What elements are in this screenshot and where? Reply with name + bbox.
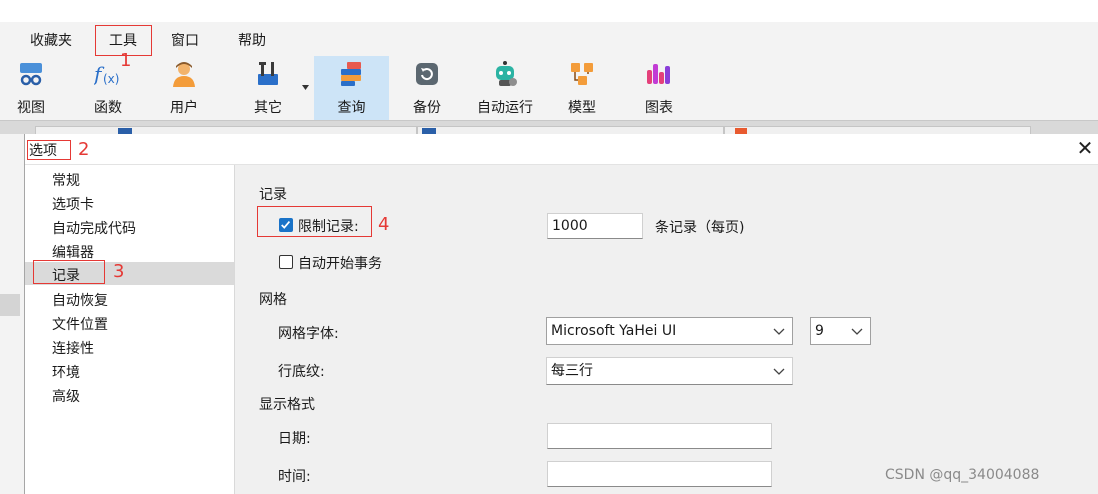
toolbar-autorun-label: 自动运行: [477, 100, 533, 116]
watermark: CSDN @qq_34004088: [885, 467, 1040, 483]
date-format-input[interactable]: [547, 423, 772, 449]
grid-font-size-select[interactable]: 9: [810, 317, 871, 345]
query-icon: [341, 62, 361, 86]
chevron-down-icon: [851, 328, 863, 335]
nav-item-tabs[interactable]: 选项卡: [52, 194, 94, 214]
toolbar-function-label: 函数: [94, 100, 122, 116]
window-top: [0, 0, 1098, 22]
records-per-page-unit: 条记录（每页): [655, 220, 745, 236]
menu-favorites[interactable]: 收藏夹: [30, 30, 72, 50]
toolbar-other-label: 其它: [254, 100, 282, 116]
toolbar-query-label: 查询: [337, 100, 366, 116]
grid-font-size-value: 9: [815, 323, 824, 339]
toolbar-backup-button[interactable]: 备份: [392, 56, 462, 120]
toolbar-autorun-button[interactable]: 自动运行: [470, 56, 540, 120]
toolbar-other-button[interactable]: 其它: [233, 56, 309, 120]
chevron-down-icon: [773, 328, 785, 335]
nav-item-autorecover[interactable]: 自动恢复: [52, 290, 108, 310]
options-dialog: 选项 ✕ 常规 选项卡 自动完成代码 编辑器 记录 自动恢复 文件位置 连接性 …: [24, 134, 1098, 494]
annotation-label: 1: [120, 50, 132, 71]
tools-icon: [258, 62, 278, 85]
grid-font-value: Microsoft YaHei UI: [551, 323, 677, 339]
chevron-down-icon[interactable]: [302, 85, 309, 90]
auto-start-transaction-label: 自动开始事务: [298, 256, 382, 272]
nav-item-general[interactable]: 常规: [52, 170, 80, 190]
date-format-label: 日期:: [278, 431, 311, 447]
section-records-title: 记录: [259, 187, 287, 203]
chevron-down-icon: [773, 368, 785, 375]
robot-icon: [496, 61, 517, 86]
toolbar-model-label: 模型: [568, 100, 596, 116]
toolbar-model-button[interactable]: 模型: [547, 56, 617, 120]
function-icon: f (x): [94, 62, 119, 86]
dialog-titlebar: 选项 ✕: [25, 134, 1098, 165]
row-shading-select[interactable]: 每三行: [546, 357, 793, 385]
auto-start-transaction-checkbox[interactable]: [279, 255, 293, 269]
toolbar-chart-button[interactable]: 图表: [624, 56, 694, 120]
row-shading-label: 行底纹:: [278, 364, 325, 380]
time-format-label: 时间:: [278, 469, 311, 485]
toolbar-view-label: 视图: [17, 100, 45, 116]
chart-icon: [647, 64, 670, 84]
time-format-input[interactable]: [547, 461, 772, 487]
annotation-box-limit: [257, 206, 372, 237]
tab-strip: [0, 120, 1098, 136]
toolbar: 视图 f (x) 函数 用户 其它 查询 备份 自动运行 模型 图表: [0, 56, 1098, 120]
nav-item-file-location[interactable]: 文件位置: [52, 314, 108, 334]
options-nav: 常规 选项卡 自动完成代码 编辑器 记录 自动恢复 文件位置 连接性 环境 高级: [25, 165, 235, 494]
records-per-page-input[interactable]: 1000: [547, 213, 643, 239]
nav-item-environment[interactable]: 环境: [52, 362, 80, 382]
model-icon: [571, 63, 593, 85]
toolbar-function-button[interactable]: f (x) 函数: [73, 56, 143, 120]
grid-font-select[interactable]: Microsoft YaHei UI: [546, 317, 793, 345]
user-icon: [173, 62, 195, 87]
annotation-box-options: [27, 140, 71, 160]
section-display-format-title: 显示格式: [259, 397, 315, 413]
toolbar-backup-label: 备份: [413, 100, 441, 116]
close-icon[interactable]: ✕: [1075, 137, 1095, 159]
toolbar-user-button[interactable]: 用户: [149, 56, 219, 120]
backup-icon: [416, 63, 438, 85]
section-grid-title: 网格: [259, 292, 287, 308]
annotation-label: 2: [78, 139, 90, 160]
menu-help[interactable]: 帮助: [238, 30, 266, 50]
svg-text:(x): (x): [103, 72, 119, 86]
nav-item-advanced[interactable]: 高级: [52, 386, 80, 406]
left-gutter: [0, 134, 24, 494]
nav-item-editor[interactable]: 编辑器: [52, 242, 94, 262]
toolbar-query-button[interactable]: 查询: [314, 56, 389, 120]
view-icon: [20, 63, 42, 86]
row-shading-value: 每三行: [551, 363, 593, 379]
annotation-label: 4: [378, 214, 390, 235]
toolbar-chart-label: 图表: [645, 100, 673, 116]
grid-font-label: 网格字体:: [278, 326, 339, 342]
menu-bar: 收藏夹 工具 窗口 帮助: [0, 22, 1098, 56]
toolbar-view-button[interactable]: 视图: [0, 56, 66, 120]
menu-window[interactable]: 窗口: [171, 30, 199, 50]
annotation-label: 3: [113, 261, 125, 282]
annotation-box-records: [33, 260, 105, 284]
toolbar-user-label: 用户: [170, 100, 198, 116]
nav-item-connectivity[interactable]: 连接性: [52, 338, 94, 358]
nav-item-autocomplete[interactable]: 自动完成代码: [52, 218, 136, 238]
